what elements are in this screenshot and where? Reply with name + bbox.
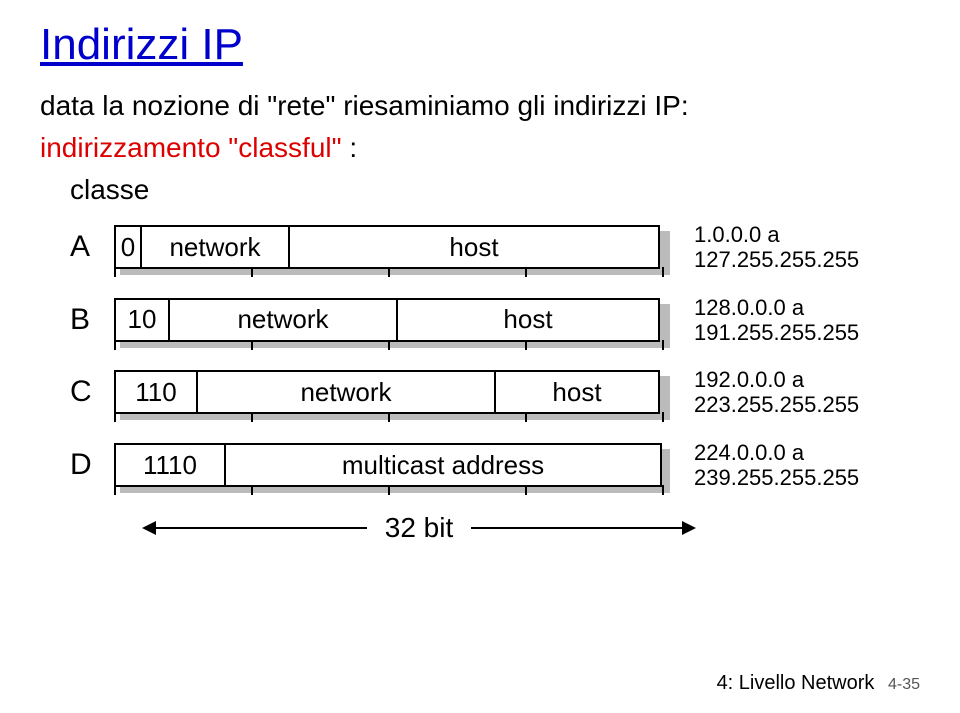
addr-bar: 0 network host: [114, 225, 664, 269]
colon: :: [349, 132, 357, 163]
range-text: 224.0.0.0 a239.255.255.255: [694, 440, 859, 491]
subtitle-line-2: indirizzamento "classful" :: [40, 132, 920, 164]
prefix-cell: 0: [114, 225, 142, 269]
class-row-c: C 110 network host 192.0.0.0 a223.255.25…: [70, 367, 920, 418]
slide-footer: 4: Livello Network 4-35: [717, 672, 920, 695]
class-row-a: A 0 network host 1.0.0.0 a127.255.255.25…: [70, 222, 920, 273]
subtitle-line-1: data la nozione di "rete" riesaminiamo g…: [40, 90, 920, 122]
width-label: 32 bit: [385, 512, 454, 544]
addr-bar: 110 network host: [114, 370, 664, 414]
range-text: 1.0.0.0 a127.255.255.255: [694, 222, 859, 273]
addr-bar: 10 network host: [114, 298, 664, 342]
range-text: 192.0.0.0 a223.255.255.255: [694, 367, 859, 418]
arrow-left-icon: [144, 527, 367, 529]
host-cell: host: [494, 370, 660, 414]
class-letter: B: [70, 303, 114, 337]
prefix-cell: 110: [114, 370, 198, 414]
class-letter: D: [70, 448, 114, 482]
prefix-cell: 10: [114, 298, 170, 342]
multicast-cell: multicast address: [224, 443, 662, 487]
network-cell: network: [168, 298, 398, 342]
class-letter: A: [70, 230, 114, 264]
host-cell: host: [396, 298, 660, 342]
class-row-d: D 1110 multicast address 224.0.0.0 a239.…: [70, 440, 920, 491]
addr-bar: 1110 multicast address: [114, 443, 664, 487]
classful-label: indirizzamento "classful": [40, 132, 349, 163]
network-cell: network: [196, 370, 496, 414]
network-cell: network: [140, 225, 290, 269]
range-text: 128.0.0.0 a191.255.255.255: [694, 295, 859, 346]
class-row-b: B 10 network host 128.0.0.0 a191.255.255…: [70, 295, 920, 346]
class-table: classe A 0 network host 1.0.0.0 a127.255…: [70, 174, 920, 544]
page-number: 4-35: [888, 676, 920, 693]
width-arrow: 32 bit: [144, 512, 694, 544]
prefix-cell: 1110: [114, 443, 226, 487]
host-cell: host: [288, 225, 660, 269]
arrow-right-icon: [471, 527, 694, 529]
classe-heading: classe: [70, 174, 920, 206]
page-title: Indirizzi IP: [40, 20, 920, 70]
footer-text: 4: Livello Network: [717, 672, 875, 694]
class-letter: C: [70, 375, 114, 409]
